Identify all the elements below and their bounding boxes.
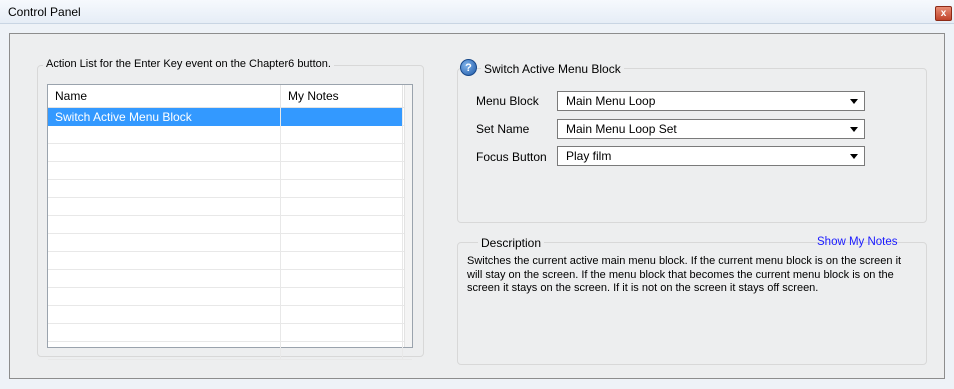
action-list-legend: Action List for the Enter Key event on t… — [43, 58, 334, 70]
focus-button-dropdown[interactable]: Play film — [557, 146, 865, 166]
cell-my-notes — [281, 342, 403, 360]
cell-name — [48, 288, 281, 306]
menu-block-label: Menu Block — [476, 94, 539, 108]
empty-table-row[interactable] — [48, 306, 412, 324]
properties-legend: Switch Active Menu Block — [481, 62, 624, 76]
empty-table-row[interactable] — [48, 162, 412, 180]
menu-block-value: Main Menu Loop — [566, 94, 656, 108]
set-name-value: Main Menu Loop Set — [566, 122, 677, 136]
question-icon[interactable]: ? — [460, 59, 477, 76]
chevron-down-icon — [850, 154, 858, 159]
cell-my-notes — [281, 234, 403, 252]
cell-name — [48, 216, 281, 234]
empty-table-row[interactable] — [48, 342, 412, 360]
cell-my-notes — [281, 108, 403, 126]
cell-name — [48, 342, 281, 360]
empty-table-row[interactable] — [48, 216, 412, 234]
cell-name — [48, 306, 281, 324]
action-list-grid[interactable]: Name My Notes Switch Active Menu Block — [47, 84, 413, 360]
cell-my-notes — [281, 324, 403, 342]
description-legend: Description — [478, 236, 545, 250]
description-text: Switches the current active main menu bl… — [467, 255, 902, 294]
empty-table-row[interactable] — [48, 270, 412, 288]
column-header-name[interactable]: Name — [48, 85, 281, 108]
cell-my-notes — [281, 270, 403, 288]
cell-my-notes — [281, 252, 403, 270]
empty-table-row[interactable] — [48, 252, 412, 270]
cell-my-notes — [281, 306, 403, 324]
cell-name — [48, 162, 281, 180]
window-title: Control Panel — [8, 5, 81, 19]
focus-button-label: Focus Button — [476, 150, 547, 164]
cell-name — [48, 126, 281, 144]
grid-header: Name My Notes — [48, 85, 412, 108]
cell-name — [48, 180, 281, 198]
cell-my-notes — [281, 162, 403, 180]
empty-table-row[interactable] — [48, 180, 412, 198]
close-button[interactable]: x — [935, 6, 952, 21]
empty-table-row[interactable] — [48, 198, 412, 216]
cell-name — [48, 234, 281, 252]
grid-scrollbar[interactable] — [404, 85, 412, 347]
empty-table-row[interactable] — [48, 234, 412, 252]
cell-my-notes — [281, 126, 403, 144]
cell-name — [48, 252, 281, 270]
show-my-notes-link[interactable]: Show My Notes — [817, 236, 898, 248]
empty-table-row[interactable] — [48, 324, 412, 342]
cell-name: Switch Active Menu Block — [48, 108, 281, 126]
cell-my-notes — [281, 288, 403, 306]
control-panel-window: Control Panel x Action List for the Ente… — [0, 0, 954, 389]
column-header-my-notes[interactable]: My Notes — [281, 85, 403, 108]
cell-my-notes — [281, 216, 403, 234]
chevron-down-icon — [850, 127, 858, 132]
title-bar[interactable]: Control Panel x — [0, 0, 954, 24]
empty-table-row[interactable] — [48, 126, 412, 144]
cell-name — [48, 324, 281, 342]
cell-my-notes — [281, 180, 403, 198]
set-name-dropdown[interactable]: Main Menu Loop Set — [557, 119, 865, 139]
cell-name — [48, 270, 281, 288]
grid-body: Switch Active Menu Block — [48, 108, 412, 360]
focus-button-value: Play film — [566, 149, 612, 163]
chevron-down-icon — [850, 99, 858, 104]
cell-my-notes — [281, 198, 403, 216]
empty-table-row[interactable] — [48, 288, 412, 306]
cell-my-notes — [281, 144, 403, 162]
cell-name — [48, 144, 281, 162]
menu-block-dropdown[interactable]: Main Menu Loop — [557, 91, 865, 111]
table-row[interactable]: Switch Active Menu Block — [48, 108, 412, 126]
set-name-label: Set Name — [476, 122, 530, 136]
empty-table-row[interactable] — [48, 144, 412, 162]
close-icon: x — [940, 8, 947, 19]
cell-name — [48, 198, 281, 216]
